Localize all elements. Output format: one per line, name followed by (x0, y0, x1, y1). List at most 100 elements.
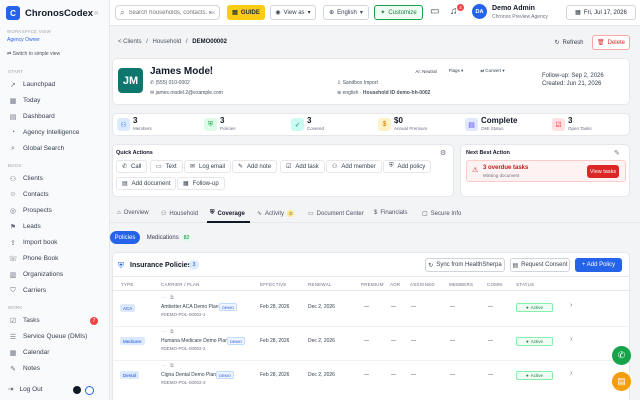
email-line[interactable]: ✉ james.model.2@example.com (150, 90, 223, 96)
col-comm[interactable]: COMM. (487, 282, 504, 287)
guide-button[interactable]: ▤ GUIDE (227, 5, 265, 20)
chevron-right-icon[interactable]: › (570, 302, 572, 309)
sidebar-item-notes[interactable]: ✎ Notes (6, 362, 104, 375)
insurance-type-pill[interactable]: Insurance Type ▾ (361, 66, 407, 76)
call-button[interactable]: ✆ Call (116, 160, 148, 173)
sidebar-item-launchpad[interactable]: ➚ Launchpad (6, 78, 104, 91)
omi-pill[interactable]: OMI Complete ▾ (313, 66, 357, 76)
search-input[interactable] (128, 9, 209, 16)
chevron-right-icon[interactable]: › (570, 370, 572, 377)
workspace-role[interactable]: Agency Owner (7, 37, 40, 43)
tab-secure-info[interactable]: ▢ Secure Info (422, 210, 461, 218)
sidebar-item-organizations[interactable]: ▥ Organizations (6, 268, 104, 281)
status-badge: ● Active (516, 371, 553, 380)
global-search[interactable]: ⌕ ⌘K (115, 5, 220, 20)
sync-healthsherpa-button[interactable]: ↻ Sync from HealthSherpa (425, 258, 505, 272)
shield-icon: ⛨ (210, 210, 215, 216)
col-renewal[interactable]: RENEWAL (308, 282, 332, 287)
sidebar-item-prospects[interactable]: ◎ Prospects (6, 204, 104, 217)
breadcrumb-household[interactable]: Household (153, 39, 182, 45)
add-policy-button-primary[interactable]: + Add Policy (575, 258, 622, 272)
request-consent-button[interactable]: ▤ Request Consent (510, 258, 570, 272)
brand-name: ChronosCodex (25, 7, 94, 19)
chat-icon[interactable]: ▭ (430, 6, 439, 17)
avatar[interactable]: DA (472, 4, 487, 19)
breadcrumb-clients[interactable]: < Clients (118, 39, 142, 45)
chevron-right-icon[interactable]: › (570, 336, 572, 343)
brand[interactable]: C ChronosCodex (6, 6, 93, 20)
tab-overview[interactable]: ⌂ Overview (117, 210, 149, 216)
add-member-button[interactable]: ⚇ Add member (326, 160, 382, 173)
subtab-policies[interactable]: Policies (110, 231, 140, 244)
date-picker[interactable]: ▦ Fri, Jul 17, 2026 (566, 5, 636, 20)
logout-button[interactable]: ⇥ Log Out (8, 385, 43, 394)
sidebar-item-label: Agency Intelligence (23, 129, 80, 136)
status-pill[interactable]: Active ▾ (241, 66, 267, 76)
carrier-name: Cigna Dental Demo Plan (161, 372, 217, 378)
notes-fab-icon[interactable]: ▤ (612, 372, 631, 391)
tab-label: Activity (265, 210, 285, 217)
add-policy-button[interactable]: ⛨ Add policy (383, 160, 432, 173)
sidebar-item-today[interactable]: ▦ Today (6, 94, 104, 107)
tab-household[interactable]: ⚇ Household (161, 210, 198, 218)
customize-button[interactable]: ✦ Customize (374, 5, 423, 20)
sidebar-item-import-book[interactable]: ⇪ Import book (6, 236, 104, 249)
col-premium[interactable]: PREMIUM (361, 282, 384, 287)
sidebar-item-dashboard[interactable]: ▤ Dashboard (6, 110, 104, 123)
tab-document-center[interactable]: ▭ Document Center (308, 210, 364, 218)
phone-line[interactable]: ✆ (555) 010-0002 (150, 80, 190, 86)
phone-fab-icon[interactable]: ✆ (612, 346, 631, 365)
sidebar-item-leads[interactable]: ⚑ Leads (6, 220, 104, 233)
sidebar-item-calendar[interactable]: ▦ Calendar (6, 346, 104, 359)
col-effective[interactable]: EFFECTIVE (260, 282, 287, 287)
col-carrier[interactable]: CARRIER / PLAN (161, 282, 200, 287)
sidebar-item-carriers[interactable]: ⛉ Carriers (6, 284, 104, 297)
user-name[interactable]: Demo Admin (492, 5, 535, 12)
phone-icon: ✆ (150, 80, 155, 86)
light-theme-toggle[interactable] (85, 386, 94, 395)
text-button[interactable]: ▭ Text (150, 160, 183, 173)
add-task-button[interactable]: ☑ Add task (280, 160, 325, 173)
dark-theme-toggle[interactable] (73, 386, 81, 394)
sidebar-item-service-queue[interactable]: ☰ Service Queue (DMIs) (6, 330, 104, 343)
col-status[interactable]: STATUS (516, 282, 534, 287)
members-pill[interactable]: 3 Members (206, 66, 237, 76)
delete-button[interactable]: 🗑 Delete (592, 35, 630, 50)
edit-icon[interactable]: ✎ (614, 149, 620, 157)
settings-icon[interactable]: ⚙ (440, 149, 446, 157)
col-aor[interactable]: AOR (390, 282, 400, 287)
stage-pill[interactable]: Stage: Client ▾ (270, 66, 309, 76)
row-actions-icons[interactable]: ⋯ ⧉ (161, 329, 174, 335)
mail-icon: ✉ (190, 164, 196, 170)
view-as-select[interactable]: ◉ View as ▾ (270, 5, 316, 20)
log-email-button[interactable]: ✉ Log email (184, 160, 232, 173)
aor-value: — (391, 338, 396, 344)
view-tasks-button[interactable]: View tasks (587, 165, 619, 178)
sidebar-item-phone-book[interactable]: ☏ Phone Book (6, 252, 104, 265)
flags-pill[interactable]: Flags ▾ (445, 66, 467, 76)
subtab-medications[interactable]: Medications 82 (146, 231, 192, 244)
col-type[interactable]: TYPE (121, 282, 134, 287)
sidebar-item-agency-intelligence[interactable]: ◔ Agency Intelligence (6, 126, 104, 139)
row-actions-icons[interactable]: ⋯ ⧉ (161, 363, 174, 369)
sidebar-item-tasks[interactable]: ☑ Tasks 7 (6, 314, 104, 327)
col-members[interactable]: MEMBERS (449, 282, 473, 287)
household-email: james.model.2@example.com (155, 90, 223, 96)
add-document-button[interactable]: ▤ Add document (116, 177, 177, 190)
refresh-button[interactable]: ↻ Refresh (552, 36, 586, 49)
convert-pill[interactable]: ⇄ Convert ▾ (471, 66, 514, 76)
tab-coverage[interactable]: ⛨ Coverage (210, 210, 245, 217)
status-label: Active (530, 373, 543, 378)
tab-activity[interactable]: ∿ Activity 3 (257, 210, 295, 217)
row-actions-icons[interactable]: ⋯ ⧉ (161, 295, 174, 301)
sidebar-item-clients[interactable]: ⚇ Clients (6, 172, 104, 185)
col-assigned[interactable]: ASSIGNED (410, 282, 435, 287)
switch-simple-view[interactable]: ⇄ Switch to simple view (7, 51, 60, 57)
tab-financials[interactable]: $ Financials (374, 210, 407, 216)
sidebar-item-contacts[interactable]: ☺ Contacts (6, 188, 104, 201)
collapse-sidebar-icon[interactable]: « (94, 8, 98, 17)
sidebar-item-global-search[interactable]: ⌕ Global Search (6, 142, 104, 155)
add-note-button[interactable]: ✎ Add note (232, 160, 278, 173)
follow-up-button[interactable]: ▦ Follow-up (177, 177, 225, 190)
language-select[interactable]: ⊕ English ▾ (323, 5, 369, 20)
